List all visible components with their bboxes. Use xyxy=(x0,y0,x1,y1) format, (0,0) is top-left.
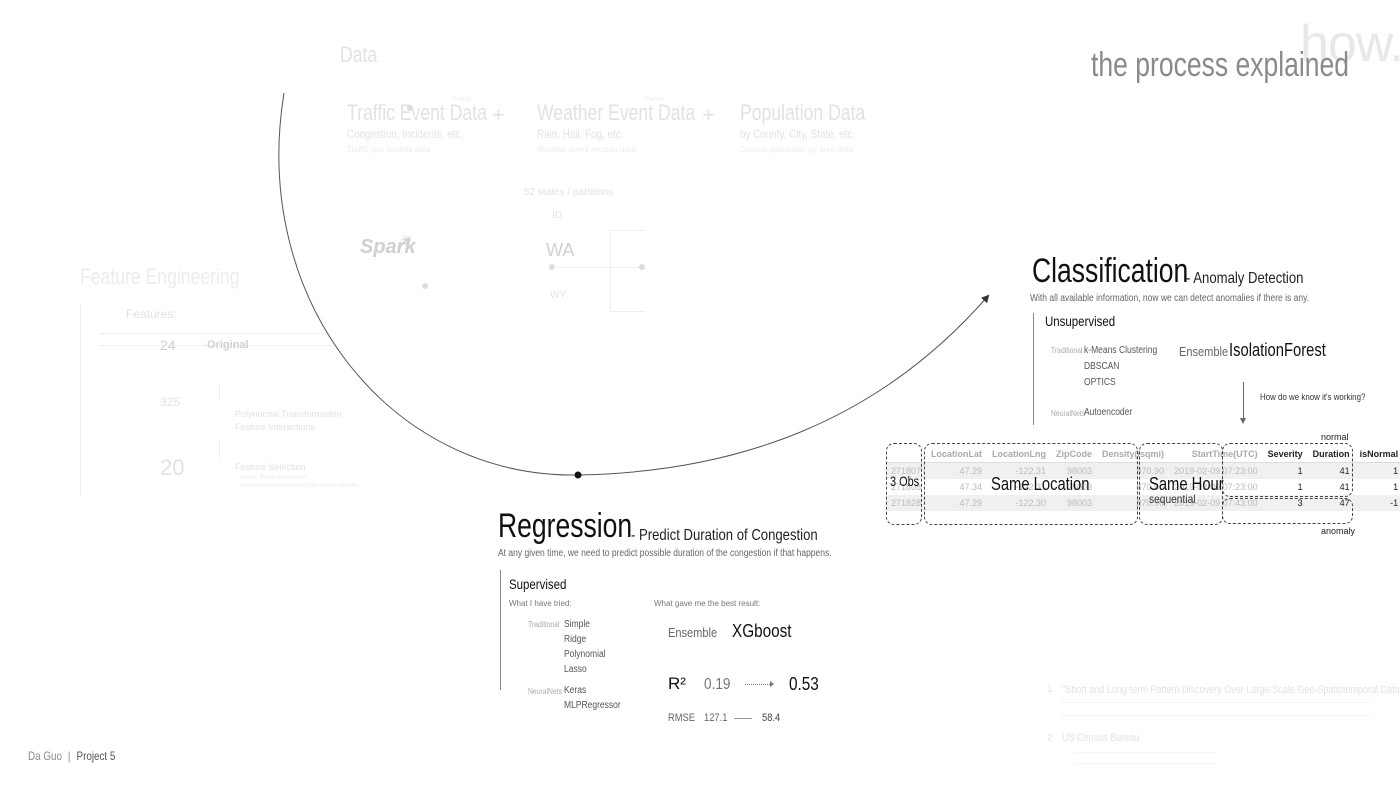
ensemble-label: Ensemble xyxy=(668,625,718,640)
regression-vline xyxy=(500,570,501,690)
method-item: Polynomial xyxy=(564,649,606,660)
tried-label: What I have tried: xyxy=(509,599,572,608)
r2-label: R² xyxy=(668,674,686,693)
group-label-neuralnets: NeuralNets xyxy=(528,687,563,696)
anomaly-label: anomaly xyxy=(1321,526,1356,536)
anomaly-highlight xyxy=(1222,498,1353,524)
rmse-label: RMSE xyxy=(668,712,696,724)
down-arrow-head xyxy=(1240,418,1246,424)
footer-project: Project 5 xyxy=(76,749,116,763)
normal-label: normal xyxy=(1321,432,1349,442)
method-item: Ridge xyxy=(564,634,587,645)
method-item: Simple xyxy=(564,619,590,630)
classification-subtitle: - Anomaly Detection xyxy=(1186,270,1304,287)
method-item: OPTICS xyxy=(1084,377,1116,388)
table-cell: 1 xyxy=(1393,482,1399,492)
classification-title: Classification xyxy=(1032,252,1189,290)
location-overlay: Same Location xyxy=(991,474,1090,494)
down-arrow-icon xyxy=(1243,382,1244,420)
method-item: Lasso xyxy=(564,664,587,675)
method-item: DBSCAN xyxy=(1084,361,1120,372)
table-cell: -1 xyxy=(1390,498,1399,508)
question-label: How do we know it's working? xyxy=(1260,392,1366,402)
r2-from: 0.19 xyxy=(704,676,731,693)
process-flow-curve xyxy=(278,92,990,479)
footer: Da Guo | Project 5 xyxy=(28,749,115,763)
ensemble-value: IsolationForest xyxy=(1229,340,1326,360)
rmse-from: 127.1 xyxy=(704,712,728,724)
footer-author: Da Guo xyxy=(28,749,62,763)
group-label-neuralnets: NeuralNets xyxy=(1051,409,1086,418)
table-cell: 1 xyxy=(1393,466,1399,476)
best-label: What gave me the best result: xyxy=(654,599,761,608)
right-arrow-icon xyxy=(770,681,774,687)
unsupervised-label: Unsupervised xyxy=(1045,313,1116,329)
normal-highlight xyxy=(1222,443,1353,497)
rmse-arrow xyxy=(734,718,752,719)
hour-overlay-sub: sequential xyxy=(1149,492,1196,506)
method-item: Autoencoder xyxy=(1084,407,1133,418)
ensemble-value: XGboost xyxy=(732,621,792,641)
regression-desc: At any given time, we need to predict po… xyxy=(498,548,832,559)
footer-separator: | xyxy=(67,749,71,763)
group-label-traditional: Traditional xyxy=(528,620,560,629)
rmse-to: 58.4 xyxy=(762,712,781,724)
page-title: the process explained xyxy=(1091,46,1350,84)
regression-title: Regression xyxy=(498,507,633,545)
method-item: k-Means Clustering xyxy=(1084,345,1158,356)
ensemble-label: Ensemble xyxy=(1179,344,1229,359)
group-label-traditional: Traditional xyxy=(1051,346,1083,355)
method-item: MLPRegressor xyxy=(564,700,621,711)
method-item: Keras xyxy=(564,685,587,696)
r2-to: 0.53 xyxy=(789,674,819,694)
r2-arrow xyxy=(745,684,772,686)
table-header: isNormal xyxy=(1359,449,1399,459)
classification-desc: With all available information, now we c… xyxy=(1030,293,1310,304)
supervised-label: Supervised xyxy=(509,576,567,592)
obs-overlay: 3 Obs xyxy=(890,473,920,489)
classification-vline xyxy=(1033,313,1034,425)
regression-subtitle: - Predict Duration of Congestion xyxy=(631,527,818,544)
